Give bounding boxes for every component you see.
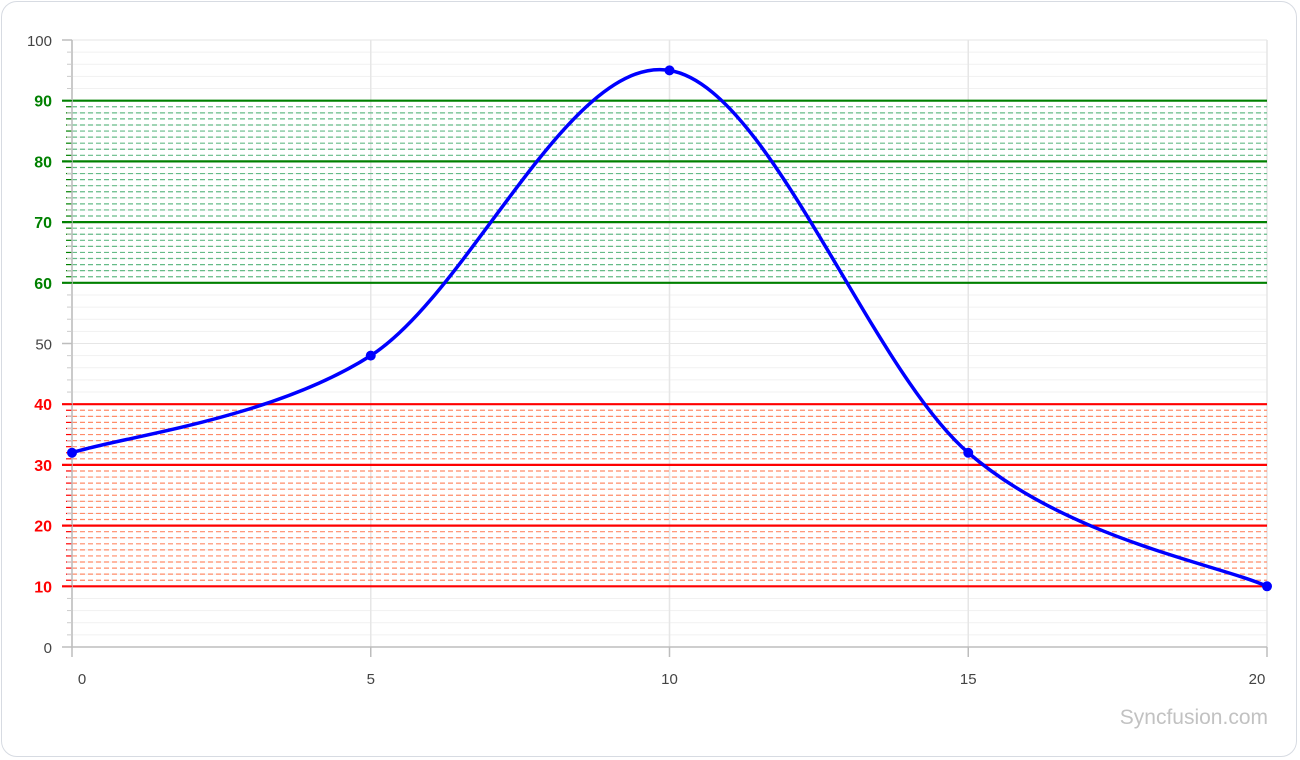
chart-card: 0 10 20 30 40 50 60 70 80 90 100 0 5 10 15 20 Syncfusio…	[1, 1, 1297, 757]
y-tick-label: 20	[34, 519, 52, 536]
y-tick-label: 40	[34, 397, 52, 414]
y-tick-label: 100	[27, 33, 52, 50]
y-tick-label: 0	[44, 640, 52, 657]
data-point-marker	[1262, 581, 1272, 592]
y-tick-label: 30	[34, 458, 52, 475]
line-chart: 0 10 20 30 40 50 60 70 80 90 100 0 5 10 15 20	[27, 33, 1272, 688]
data-point-marker	[67, 447, 77, 458]
data-point-marker	[365, 350, 376, 361]
y-tick-label: 90	[34, 94, 52, 111]
data-point-marker	[963, 447, 974, 458]
x-tick-label: 10	[661, 671, 678, 688]
y-tick-label: 80	[34, 154, 52, 171]
x-tick-label: 5	[367, 671, 375, 688]
x-tick-label: 0	[78, 671, 86, 688]
x-tick-label: 15	[960, 671, 977, 688]
y-tick-label: 10	[34, 579, 52, 596]
y-tick-label: 70	[34, 215, 52, 232]
y-tick-label: 50	[35, 337, 52, 354]
axis-layer	[62, 39, 1268, 657]
y-tick-label: 60	[34, 276, 52, 293]
data-point-marker	[664, 65, 675, 76]
x-tick-label: 20	[1249, 671, 1266, 688]
watermark-text: Syncfusion.com	[1119, 706, 1268, 729]
